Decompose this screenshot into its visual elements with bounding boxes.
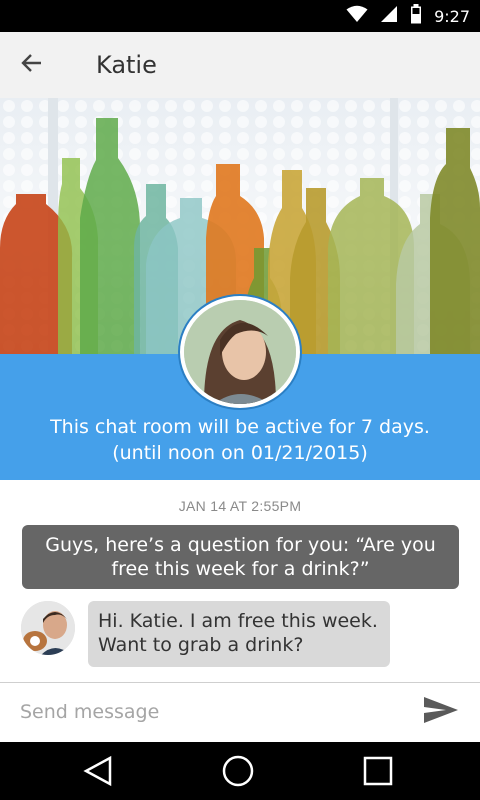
arrow-left-icon — [20, 51, 44, 80]
profile-avatar[interactable] — [180, 296, 300, 408]
status-bar: 9:27 — [0, 0, 480, 32]
outgoing-message[interactable]: Guys, here’s a question for you: “Are yo… — [22, 525, 459, 589]
status-time: 9:27 — [434, 6, 470, 26]
battery-icon — [410, 3, 422, 29]
incoming-message[interactable]: Hi. Katie. I am free this week. Want to … — [88, 601, 390, 667]
system-nav-bar — [0, 742, 480, 800]
nav-back-button[interactable] — [80, 753, 120, 789]
back-triangle-icon — [80, 755, 116, 793]
active-duration-text: This chat room will be active for 7 days… — [50, 416, 430, 438]
nav-home-button[interactable] — [220, 753, 260, 789]
signal-icon — [380, 5, 398, 28]
app-bar: Katie — [0, 32, 480, 98]
message-line: free this week for a drink?” — [111, 558, 370, 580]
nav-recents-button[interactable] — [360, 753, 400, 789]
page-title: Katie — [96, 51, 157, 79]
wifi-icon — [346, 5, 368, 28]
expiry-date-text: (until noon on 01/21/2015) — [112, 442, 368, 464]
message-line: Want to grab a drink? — [98, 634, 304, 656]
back-button[interactable] — [2, 32, 62, 98]
send-button[interactable] — [420, 695, 464, 731]
home-circle-icon — [220, 755, 256, 793]
message-line: Hi. Katie. I am free this week. — [98, 610, 378, 632]
send-icon — [420, 697, 460, 729]
message-input[interactable] — [20, 693, 400, 731]
message-timestamp: JAN 14 AT 2:55PM — [178, 498, 302, 514]
chat-area: JAN 14 AT 2:55PM Guys, here’s a question… — [0, 480, 480, 682]
recents-square-icon — [360, 756, 396, 793]
sender-avatar[interactable] — [21, 601, 75, 655]
message-line: Guys, here’s a question for you: “Are yo… — [45, 534, 436, 556]
message-composer — [0, 682, 480, 742]
